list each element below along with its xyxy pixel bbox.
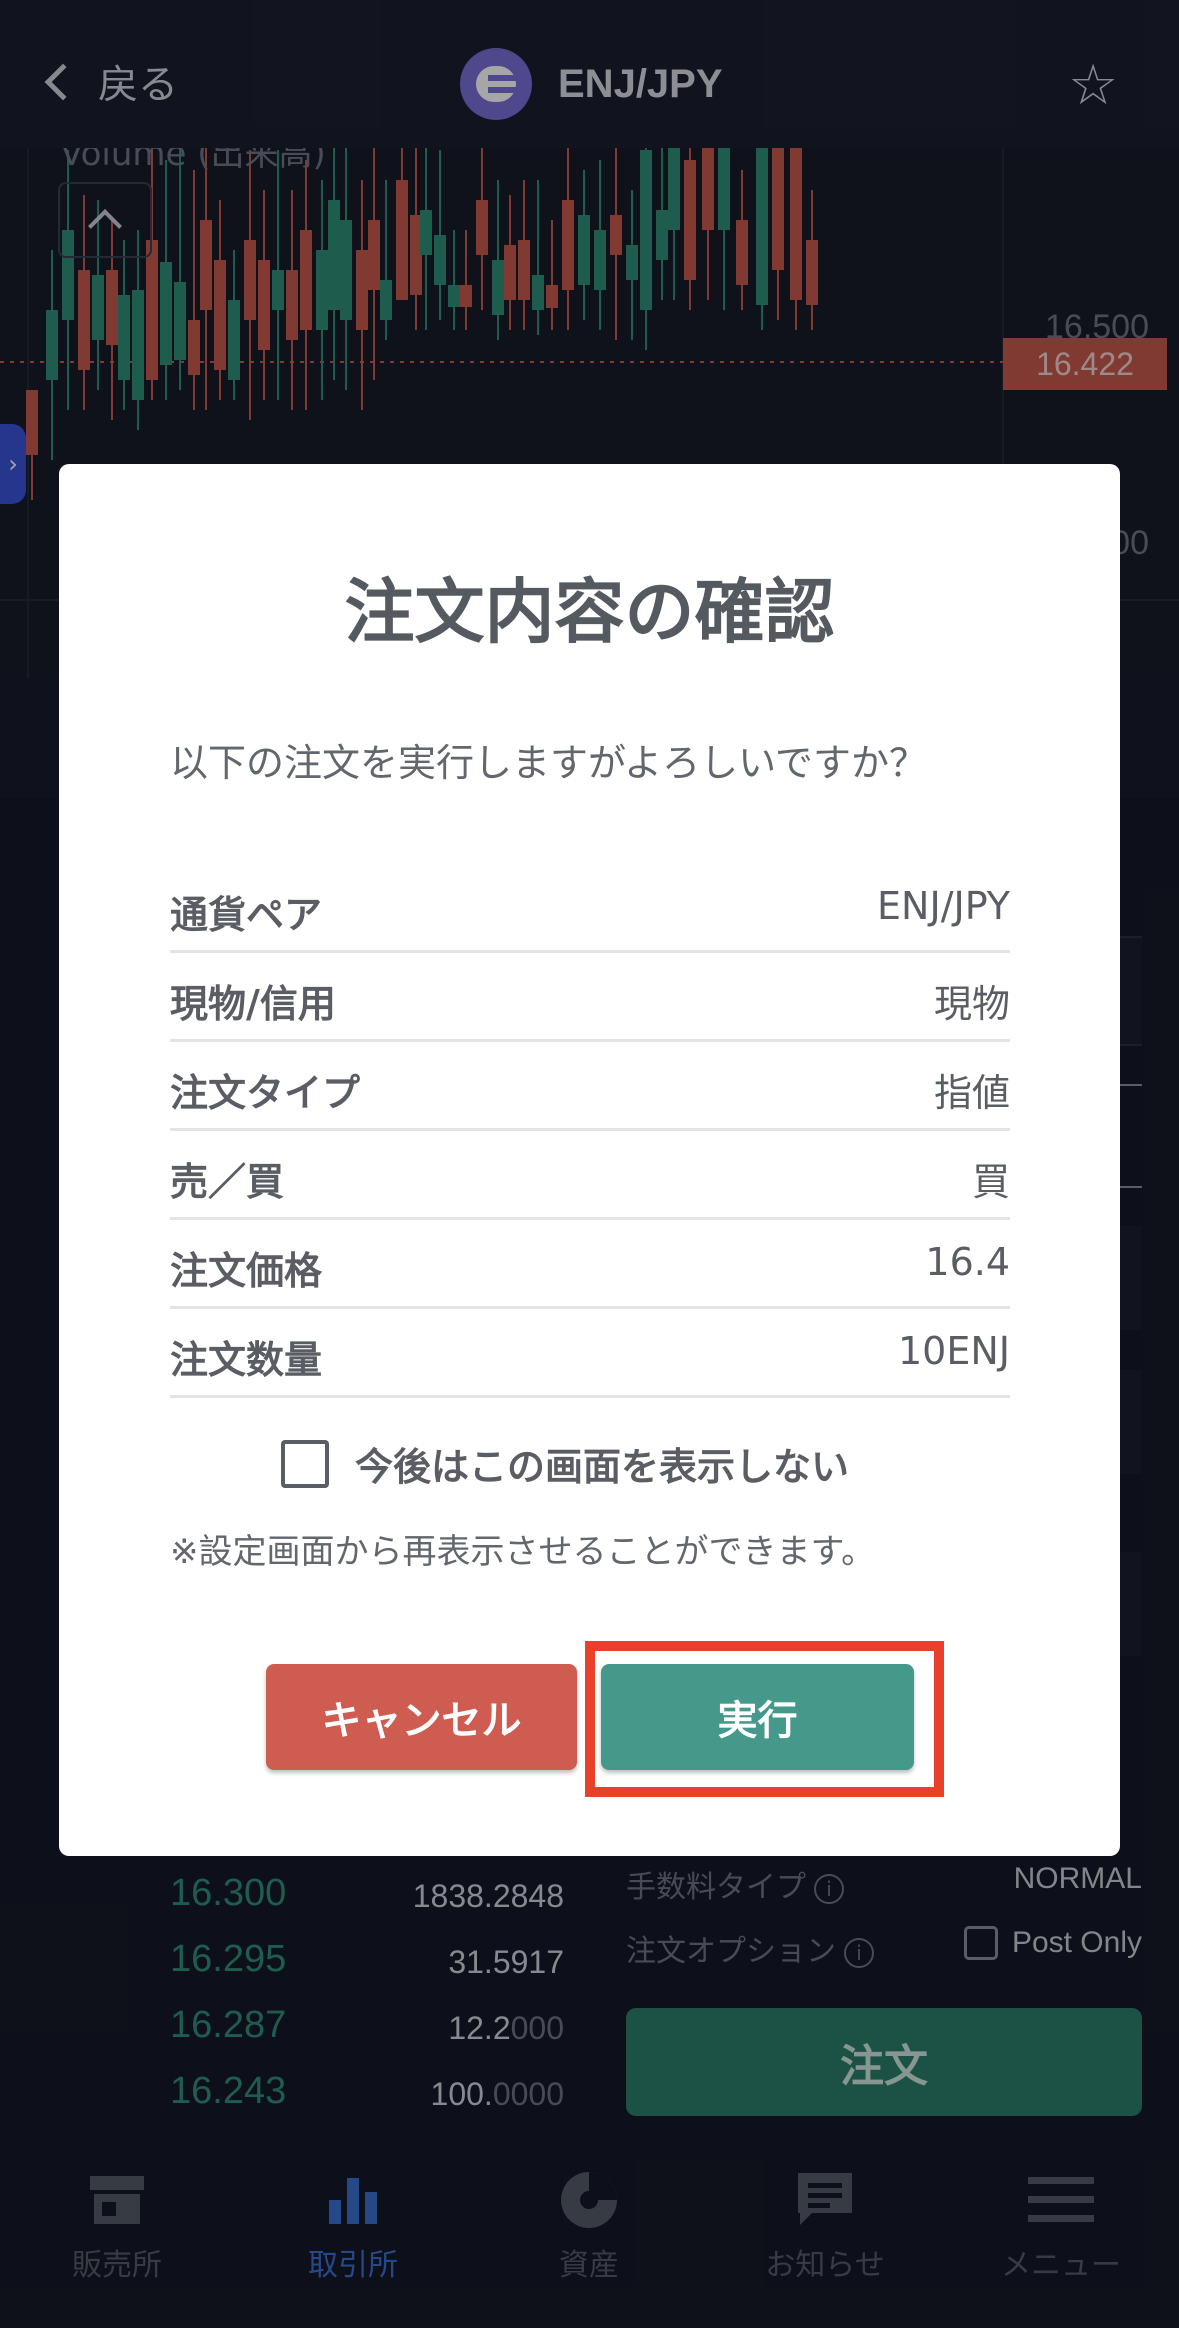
detail-key: 売／買	[170, 1160, 285, 1204]
dialog-message: 以下の注文を実行しますがよろしいですか？	[170, 741, 927, 785]
detail-value: 16.4	[925, 1240, 1010, 1284]
dont-show-again-checkbox[interactable]: 今後はこの画面を表示しない	[281, 1436, 849, 1491]
order-details: 通貨ペア ENJ/JPY 現物/信用 現物 注文タイプ 指値 売／買 買 注文価…	[170, 864, 1010, 1398]
detail-value: 10ENJ	[898, 1329, 1010, 1373]
detail-key: 注文数量	[170, 1338, 323, 1382]
detail-key: 注文価格	[170, 1249, 323, 1293]
detail-key: 現物/信用	[170, 982, 336, 1026]
detail-row: 注文数量 10ENJ	[170, 1309, 1010, 1398]
detail-row: 通貨ペア ENJ/JPY	[170, 864, 1010, 953]
detail-value: 現物	[933, 982, 1010, 1026]
detail-row: 注文タイプ 指値	[170, 1042, 1010, 1131]
detail-key: 通貨ペア	[170, 893, 323, 937]
detail-value: 買	[971, 1160, 1010, 1204]
detail-value: 指値	[933, 1071, 1010, 1115]
detail-key: 注文タイプ	[170, 1071, 361, 1115]
checkbox-icon	[281, 1439, 329, 1488]
order-confirm-dialog: 注文内容の確認 以下の注文を実行しますがよろしいですか？ 通貨ペア ENJ/JP…	[59, 464, 1120, 1856]
dialog-title: 注文内容の確認	[344, 571, 835, 653]
detail-row: 売／買 買	[170, 1131, 1010, 1220]
dont-show-again-label: 今後はこの画面を表示しない	[355, 1445, 850, 1489]
detail-value: ENJ/JPY	[877, 884, 1010, 928]
detail-row: 注文価格 16.4	[170, 1220, 1010, 1309]
detail-row: 現物/信用 現物	[170, 953, 1010, 1042]
cancel-button[interactable]: キャンセル	[266, 1664, 577, 1770]
execute-button[interactable]: 実行	[601, 1664, 914, 1770]
settings-note: ※設定画面から再表示させることができます。	[170, 1532, 876, 1572]
